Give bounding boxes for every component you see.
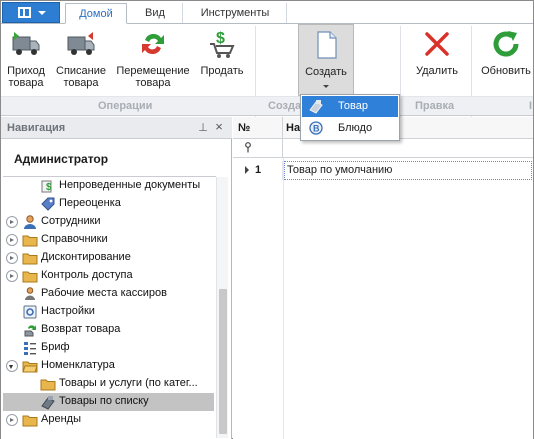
receipt-label: Приход товара: [7, 65, 45, 89]
group-label-trailing: I: [529, 100, 533, 112]
chevron-down-icon: [323, 85, 329, 88]
folder-open-icon: [22, 361, 38, 373]
products-grid: № На 1 Товар по умолчанию: [233, 117, 533, 439]
move-label: Перемещение товара: [116, 65, 190, 89]
nav-item-revaluation[interactable]: Переоценка: [3, 195, 214, 213]
nav-item-directories[interactable]: Справочники: [3, 231, 214, 249]
tab-divider: [182, 3, 183, 23]
nav-item-access-control[interactable]: Контроль доступа: [3, 267, 214, 285]
refresh-icon: [493, 31, 519, 57]
app-window: Домой Вид Инструменты Приход товара Спис…: [0, 0, 534, 439]
return-icon: [24, 325, 36, 337]
row-pointer-icon: [245, 166, 249, 174]
svg-text:$: $: [216, 30, 225, 47]
navigation-title: Навигация: [7, 122, 66, 134]
product-tag-icon: [309, 100, 323, 114]
nav-item-product-return[interactable]: Возврат товара: [3, 321, 214, 339]
delete-label: Удалить: [416, 65, 458, 77]
user-icon: [24, 215, 36, 229]
nav-item-goods-by-category[interactable]: Товары и услуги (по катег...: [3, 375, 214, 393]
navigation-tree: $ Непроведенные документы Переоценка Сот…: [3, 176, 216, 438]
app-menu-button[interactable]: [2, 2, 60, 23]
writeoff-label: Списание товара: [56, 65, 106, 89]
settings-icon: [23, 305, 37, 319]
expand-icon[interactable]: [6, 216, 18, 228]
expand-icon[interactable]: [6, 252, 18, 264]
folder-icon: [22, 415, 38, 427]
refresh-button[interactable]: Обновить: [477, 24, 534, 96]
writeoff-button[interactable]: Списание товара: [52, 24, 110, 96]
tab-home[interactable]: Домой: [65, 3, 127, 24]
folder-icon: [40, 379, 56, 391]
brief-icon: [24, 342, 36, 355]
move-arrows-icon: [142, 33, 164, 55]
svg-text:B: B: [313, 124, 320, 134]
receipt-button[interactable]: Приход товара: [3, 24, 49, 96]
menu-item-product[interactable]: Товар: [302, 96, 398, 117]
nav-item-settings[interactable]: Настройки: [3, 303, 214, 321]
row-name-cell[interactable]: Товар по умолчанию: [284, 161, 532, 180]
nav-item-nomenclature[interactable]: Номенклатура: [3, 357, 214, 375]
svg-text:$: $: [46, 182, 52, 193]
tab-tools[interactable]: Инструменты: [185, 3, 285, 24]
navigation-header: Навигация ⊥ ×: [1, 117, 232, 139]
refresh-label: Обновить: [481, 65, 531, 77]
cashier-icon: [25, 287, 35, 300]
pin-icon[interactable]: ⊥: [197, 121, 209, 134]
nav-item-cashier-workplaces[interactable]: Рабочие места кассиров: [3, 285, 214, 303]
row-indicator-cell: 1: [233, 161, 283, 180]
chevron-down-icon: [38, 11, 46, 15]
new-document-icon: [317, 31, 337, 59]
grid-filter-row[interactable]: [233, 139, 533, 158]
create-dropdown-button[interactable]: Создать: [298, 24, 354, 96]
sell-label: Продать: [200, 65, 244, 77]
expand-icon[interactable]: [6, 414, 18, 426]
navigation-scrollbar[interactable]: [216, 177, 228, 438]
menu-item-dish[interactable]: B Блюдо: [302, 118, 398, 139]
nav-item-rentals[interactable]: Аренды: [3, 411, 214, 429]
expand-icon[interactable]: [6, 234, 18, 246]
grid-divider: [283, 158, 284, 439]
scrollbar-thumb[interactable]: [219, 289, 227, 434]
expand-icon[interactable]: [6, 270, 18, 282]
ribbon-tab-bar: Домой Вид Инструменты: [1, 1, 533, 24]
app-menu-icon: [18, 7, 31, 18]
tab-view[interactable]: Вид: [129, 3, 181, 24]
folder-icon: [22, 235, 38, 247]
nav-item-employees[interactable]: Сотрудники: [3, 213, 214, 231]
create-dropdown-menu: Товар B Блюдо: [300, 94, 400, 141]
nav-item-goods-list[interactable]: Товары по списку: [3, 393, 214, 411]
user-name: Администратор: [14, 152, 109, 166]
move-button[interactable]: Перемещение товара: [114, 24, 192, 96]
collapse-icon[interactable]: [6, 360, 18, 372]
group-label-edit: Правка: [415, 100, 455, 112]
create-label: Создать: [305, 66, 347, 78]
delete-button[interactable]: Удалить: [410, 24, 464, 96]
column-header-number[interactable]: №: [233, 117, 283, 139]
document-dollar-icon: $: [41, 180, 52, 193]
group-label-operations: Операции: [98, 100, 153, 112]
group-label-create: Созда: [268, 100, 302, 112]
truck-writeoff-icon: [67, 32, 95, 55]
filter-cell: [233, 139, 283, 158]
price-tag-icon: [41, 197, 55, 211]
cart-dollar-icon: $: [210, 30, 235, 58]
delete-x-icon: [425, 32, 449, 56]
sell-button[interactable]: $ Продать: [195, 24, 249, 96]
ribbon-group-bar: Операции Созда Правка I: [1, 96, 533, 116]
nav-item-unposted-documents[interactable]: $ Непроведенные документы: [3, 177, 214, 195]
close-icon[interactable]: ×: [213, 120, 225, 134]
table-row[interactable]: 1 Товар по умолчанию: [233, 161, 533, 180]
filter-pin-icon: [245, 142, 251, 153]
truck-receive-icon: [12, 32, 40, 55]
product-list-icon: [41, 396, 55, 410]
ribbon-toolbar: Приход товара Списание товара Перемещени…: [1, 24, 534, 118]
folder-icon: [22, 271, 38, 283]
tab-divider: [286, 3, 287, 23]
dish-icon: B: [309, 121, 323, 135]
nav-item-brief[interactable]: Бриф: [3, 339, 214, 357]
folder-icon: [22, 253, 38, 265]
navigation-panel: Навигация ⊥ × Администратор $ Непроведен…: [1, 117, 232, 439]
nav-item-discounts[interactable]: Дисконтирование: [3, 249, 214, 267]
